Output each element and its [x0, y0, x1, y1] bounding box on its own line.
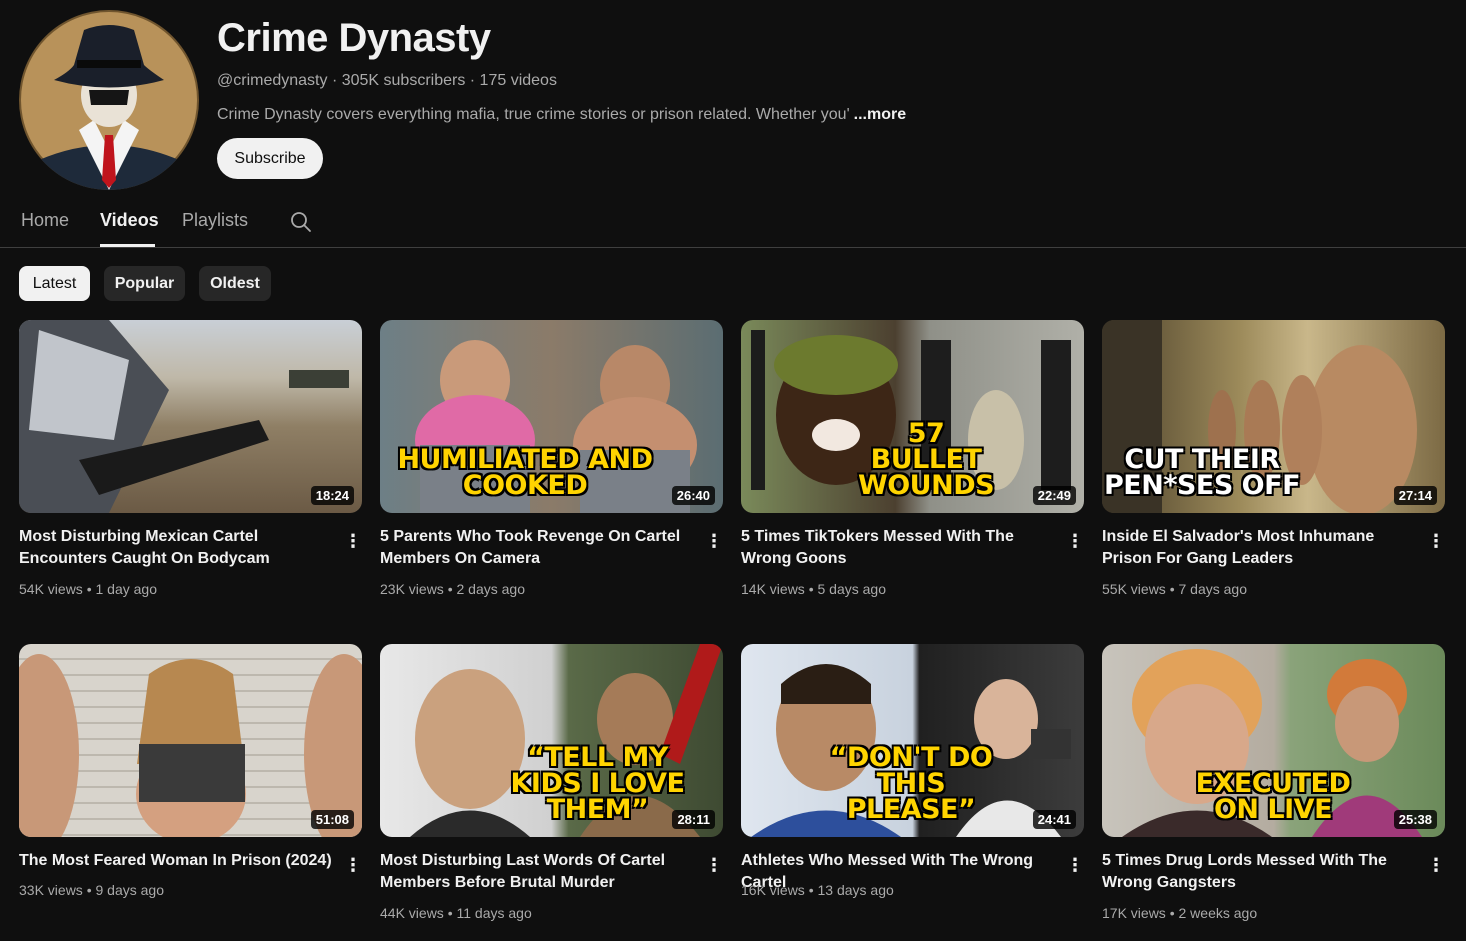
video-age: 2 weeks ago	[1178, 905, 1258, 921]
video-views: 16K views	[741, 882, 805, 898]
channel-meta: @crimedynasty · 305K subscribers · 175 v…	[217, 72, 557, 89]
video-thumbnail[interactable]: “DON'T DO THIS PLEASE” 24:41	[741, 644, 1084, 837]
video-meta: 23K views • 2 days ago	[380, 581, 525, 597]
video-thumbnail[interactable]: “TELL MY KIDS I LOVE THEM” 28:11	[380, 644, 723, 837]
tab-playlists[interactable]: Playlists	[182, 210, 248, 231]
more-actions-icon[interactable]: ⋮	[1066, 530, 1084, 552]
video-meta: 33K views • 9 days ago	[19, 882, 164, 898]
thumbnail-overlay-text: CUT THEIR PEN*SES OFF	[1103, 444, 1301, 501]
channel-title: Crime Dynasty	[217, 16, 491, 60]
video-thumbnail[interactable]: HUMILIATED AND COOKED 26:40	[380, 320, 723, 513]
more-link[interactable]: ...more	[854, 106, 906, 123]
more-actions-icon[interactable]: ⋮	[1427, 854, 1445, 876]
video-card[interactable]: EXECUTED ON LIVE 25:38 5 Times Drug Lord…	[1102, 644, 1445, 921]
more-actions-icon[interactable]: ⋮	[1066, 854, 1084, 876]
chip-oldest[interactable]: Oldest	[199, 266, 271, 301]
chip-latest[interactable]: Latest	[19, 266, 90, 301]
video-thumbnail[interactable]: 18:24	[19, 320, 362, 513]
video-title[interactable]: 5 Times Drug Lords Messed With The Wrong…	[1102, 850, 1417, 894]
video-views: 17K views	[1102, 905, 1166, 921]
video-duration: 24:41	[1032, 810, 1076, 829]
video-views: 23K views	[380, 581, 444, 597]
description-text: Crime Dynasty covers everything mafia, t…	[217, 106, 847, 123]
video-age: 2 days ago	[456, 581, 526, 597]
video-card[interactable]: “TELL MY KIDS I LOVE THEM” 28:11 Most Di…	[380, 644, 723, 921]
video-views: 55K views	[1102, 581, 1166, 597]
video-duration: 27:14	[1393, 486, 1437, 505]
tab-videos[interactable]: Videos	[100, 210, 159, 231]
video-thumbnail[interactable]: CUT THEIR PEN*SES OFF 27:14	[1102, 320, 1445, 513]
channel-avatar[interactable]	[19, 10, 199, 190]
video-thumbnail[interactable]: 51:08	[19, 644, 362, 837]
video-thumbnail[interactable]: EXECUTED ON LIVE 25:38	[1102, 644, 1445, 837]
video-duration: 51:08	[310, 810, 354, 829]
video-age: 11 days ago	[456, 905, 532, 921]
description-fade: '	[846, 106, 850, 123]
video-card[interactable]: 18:24 Most Disturbing Mexican Cartel Enc…	[19, 320, 362, 597]
video-meta: 54K views • 1 day ago	[19, 581, 157, 597]
video-duration: 22:49	[1032, 486, 1076, 505]
video-age: 1 day ago	[95, 581, 158, 597]
chip-popular[interactable]: Popular	[104, 266, 185, 301]
video-title[interactable]: Most Disturbing Mexican Cartel Encounter…	[19, 526, 334, 570]
more-actions-icon[interactable]: ⋮	[344, 854, 362, 876]
video-views: 14K views	[741, 581, 805, 597]
video-views: 44K views	[380, 905, 444, 921]
video-duration: 26:40	[671, 486, 715, 505]
video-title[interactable]: Most Disturbing Last Words Of Cartel Mem…	[380, 850, 695, 894]
active-tab-indicator	[100, 244, 155, 247]
video-card[interactable]: 51:08 The Most Feared Woman In Prison (2…	[19, 644, 362, 898]
video-card[interactable]: CUT THEIR PEN*SES OFF 27:14 Inside El Sa…	[1102, 320, 1445, 597]
video-age: 13 days ago	[817, 882, 894, 898]
video-thumbnail[interactable]: 57 BULLET WOUNDS 22:49	[741, 320, 1084, 513]
video-duration: 18:24	[310, 486, 354, 505]
video-meta: 14K views • 5 days ago	[741, 581, 886, 597]
video-age: 7 days ago	[1178, 581, 1248, 597]
video-meta: 55K views • 7 days ago	[1102, 581, 1247, 597]
video-views: 54K views	[19, 581, 83, 597]
tab-home[interactable]: Home	[21, 210, 69, 231]
thumbnail-overlay-text: HUMILIATED AND COOKED	[397, 444, 653, 501]
video-title[interactable]: 5 Times TikTokers Messed With The Wrong …	[741, 526, 1056, 570]
video-card[interactable]: HUMILIATED AND COOKED 26:40 5 Parents Wh…	[380, 320, 723, 597]
more-actions-icon[interactable]: ⋮	[705, 530, 723, 552]
video-views: 33K views	[19, 882, 83, 898]
thumbnail-overlay-text: 57 BULLET WOUNDS	[857, 418, 995, 501]
video-age: 9 days ago	[95, 882, 165, 898]
video-title[interactable]: Inside El Salvador's Most Inhumane Priso…	[1102, 526, 1417, 570]
channel-description[interactable]: Crime Dynasty covers everything mafia, t…	[217, 106, 906, 124]
more-actions-icon[interactable]: ⋮	[344, 530, 362, 552]
thumbnail-overlay-text: EXECUTED ON LIVE	[1195, 768, 1351, 825]
search-icon[interactable]	[289, 210, 313, 234]
video-age: 5 days ago	[817, 581, 887, 597]
thumbnail-overlay-text: “DON'T DO THIS PLEASE”	[829, 742, 993, 825]
more-actions-icon[interactable]: ⋮	[705, 854, 723, 876]
video-duration: 28:11	[672, 810, 715, 829]
video-title[interactable]: 5 Parents Who Took Revenge On Cartel Mem…	[380, 526, 695, 570]
subscribe-button[interactable]: Subscribe	[217, 138, 323, 179]
video-meta: 16K views • 13 days ago	[741, 882, 894, 898]
video-meta: 44K views • 11 days ago	[380, 905, 532, 921]
channel-tabs: Home Videos Playlists	[0, 200, 1466, 248]
video-meta: 17K views • 2 weeks ago	[1102, 905, 1258, 921]
video-duration: 25:38	[1393, 810, 1437, 829]
video-card[interactable]: “DON'T DO THIS PLEASE” 24:41 Athletes Wh…	[741, 644, 1084, 898]
more-actions-icon[interactable]: ⋮	[1427, 530, 1445, 552]
channel-header: Crime Dynasty @crimedynasty · 305K subsc…	[0, 0, 1466, 200]
video-title[interactable]: The Most Feared Woman In Prison (2024)	[19, 850, 334, 872]
video-card[interactable]: 57 BULLET WOUNDS 22:49 5 Times TikTokers…	[741, 320, 1084, 597]
